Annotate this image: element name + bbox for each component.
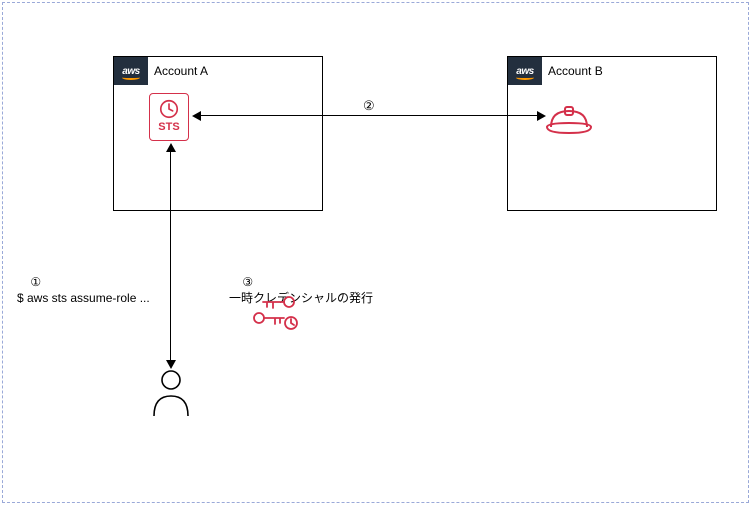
arrow-user-to-sts — [170, 151, 171, 361]
aws-logo-badge: aws — [508, 57, 542, 85]
step-one-marker: ① — [30, 275, 41, 289]
step-two-marker: ② — [363, 97, 375, 115]
sts-service-node: STS — [149, 93, 189, 141]
step-one-text: $ aws sts assume-role ... — [17, 291, 150, 305]
sts-label: STS — [150, 121, 188, 133]
temporary-credentials-icon — [249, 293, 299, 336]
arrow-user-to-sts-head-up — [166, 143, 176, 152]
account-a-header: aws Account A — [114, 57, 208, 85]
account-b-label: Account B — [542, 57, 603, 85]
arrow-sts-to-role — [200, 115, 538, 116]
arrow-user-to-sts-head-down — [166, 360, 176, 369]
account-b-box: aws Account B — [507, 56, 717, 211]
aws-logo-text: aws — [122, 66, 139, 77]
step-three-marker: ③ — [242, 275, 253, 289]
arrow-sts-to-role-head-left — [192, 111, 201, 121]
aws-logo-text: aws — [516, 66, 533, 77]
arrow-sts-to-role-head-right — [537, 111, 546, 121]
account-a-label: Account A — [148, 57, 208, 85]
aws-logo-badge: aws — [114, 57, 148, 85]
iam-role-icon — [545, 101, 593, 140]
account-b-header: aws Account B — [508, 57, 603, 85]
user-icon — [150, 368, 192, 421]
canvas-frame: aws Account A STS aws Account B ② — [2, 2, 749, 503]
step-one-block: ① $ aws sts assume-role ... — [17, 258, 150, 323]
account-a-box: aws Account A — [113, 56, 323, 211]
clock-icon — [158, 98, 180, 120]
